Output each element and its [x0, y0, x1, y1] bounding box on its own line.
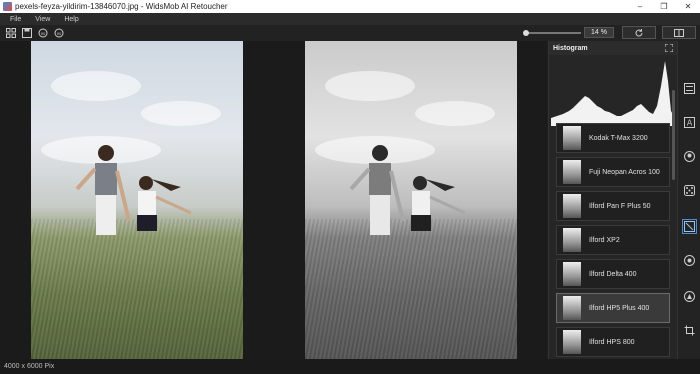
preset-thumbnail [563, 194, 581, 218]
grid-icon[interactable] [5, 28, 16, 39]
preset-scrollbar[interactable] [672, 90, 675, 180]
save-icon[interactable] [21, 28, 32, 39]
compare-view-button[interactable] [662, 26, 696, 39]
right-panel: Histogram Kodak T-Max 3200 Fuji Neopan A… [548, 41, 677, 359]
zoom-slider[interactable] [523, 30, 581, 36]
preset-thumbnail [563, 126, 581, 150]
preset-thumbnail [563, 160, 581, 184]
split-view-icon [674, 28, 684, 37]
tool-sidebar: A [677, 41, 700, 359]
preset-label: Fuji Neopan Acros 100 [589, 168, 660, 176]
zoom-slider-knob[interactable] [523, 30, 529, 36]
preset-item[interactable]: Ilford HPS 800 [556, 327, 670, 357]
maximize-button[interactable]: ❐ [652, 0, 676, 13]
adjust-sliders-icon[interactable] [682, 81, 697, 96]
color-tool-icon[interactable] [682, 253, 697, 268]
title-bar: pexels-feyza-yildirim-13846070.jpg - Wid… [0, 0, 700, 13]
histogram-chart [551, 56, 675, 126]
expand-icon[interactable] [665, 44, 673, 52]
preset-thumbnail [563, 228, 581, 252]
menu-help[interactable]: Help [64, 16, 78, 23]
preset-item-selected[interactable]: Ilford HP5 Plus 400 [556, 293, 670, 323]
status-bar: 4000 x 6000 Pix [0, 359, 700, 374]
image-dimensions: 4000 x 6000 Pix [4, 363, 55, 370]
text-tool-icon[interactable]: A [682, 115, 697, 130]
noise-tool-icon[interactable] [682, 183, 697, 198]
preset-label: Ilford XP2 [589, 236, 620, 244]
preset-thumbnail [563, 262, 581, 286]
preset-item[interactable]: Ilford Delta 400 [556, 259, 670, 289]
couple-figure [75, 145, 192, 235]
histogram-header: Histogram [549, 41, 677, 55]
app-icon [3, 2, 12, 11]
close-button[interactable]: ✕ [676, 0, 700, 13]
window-title: pexels-feyza-yildirim-13846070.jpg - Wid… [15, 2, 228, 11]
preset-label: Kodak T-Max 3200 [589, 134, 648, 142]
preset-item[interactable]: Fuji Neopan Acros 100 [556, 157, 670, 187]
couple-figure-bw [349, 145, 466, 235]
preset-label: Ilford Pan F Plus 50 [589, 202, 651, 210]
rotate-left-icon[interactable]: 90 [37, 28, 48, 39]
minimize-button[interactable]: – [628, 0, 652, 13]
preset-item[interactable]: Ilford Pan F Plus 50 [556, 191, 670, 221]
preset-thumbnail [563, 330, 581, 354]
portrait-tool-icon[interactable] [682, 149, 697, 164]
svg-text:90: 90 [40, 31, 45, 36]
reset-button[interactable] [622, 26, 656, 39]
svg-text:90: 90 [56, 31, 61, 36]
original-photo [31, 41, 243, 359]
crop-tool-icon[interactable] [682, 323, 697, 338]
image-canvas[interactable] [0, 41, 547, 359]
preset-item[interactable]: Kodak T-Max 3200 [556, 123, 670, 153]
panel-title: Histogram [553, 44, 588, 52]
menu-file[interactable]: File [10, 16, 21, 23]
svg-text:A: A [687, 119, 693, 128]
black-white-filter-icon[interactable] [682, 219, 697, 234]
rotate-right-icon[interactable]: 90 [53, 28, 64, 39]
preset-list: Kodak T-Max 3200 Fuji Neopan Acros 100 I… [556, 123, 672, 361]
preset-label: Ilford HP5 Plus 400 [589, 304, 650, 312]
processed-photo [305, 41, 517, 359]
menu-view[interactable]: View [35, 16, 50, 23]
refresh-icon [635, 28, 643, 36]
preset-thumbnail [563, 296, 581, 320]
menu-bar: File View Help [0, 13, 700, 25]
preset-item[interactable]: Ilford XP2 [556, 225, 670, 255]
zoom-level[interactable]: 14 % [584, 27, 614, 38]
preset-label: Ilford HPS 800 [589, 338, 635, 346]
preset-label: Ilford Delta 400 [589, 270, 637, 278]
retouch-tool-icon[interactable] [682, 289, 697, 304]
